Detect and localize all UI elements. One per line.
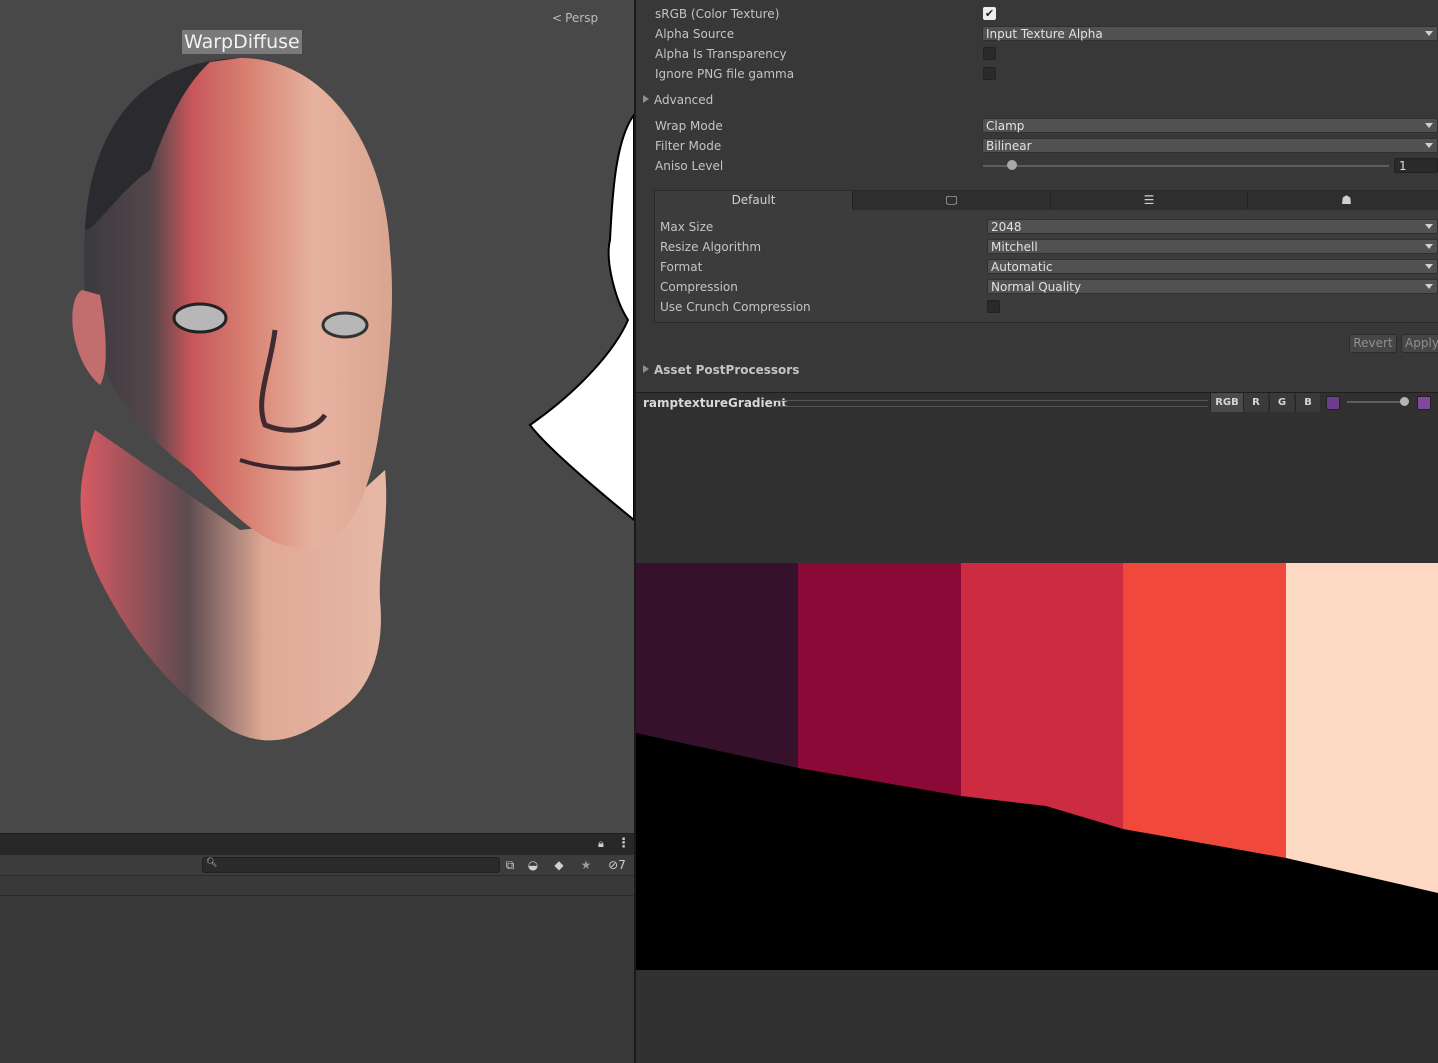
alpha-source-label: Alpha Source [655,27,735,41]
kebab-menu-icon[interactable]: ⋮ [617,836,630,851]
aniso-slider-track[interactable] [983,165,1389,167]
tab-default[interactable]: Default [655,191,853,210]
channel-b-button[interactable]: B [1295,393,1320,412]
format-label: Format [660,260,703,274]
breadcrumb-bar [0,876,634,896]
android-icon: ☗ [1341,193,1352,207]
aniso-level-input[interactable]: 1 [1394,158,1438,173]
filter-mode-value: Bilinear [986,139,1032,153]
alpha-source-value: Input Texture Alpha [986,27,1103,41]
favorites-icon[interactable]: ★ [575,857,597,873]
perspective-icon: < [552,11,563,25]
lock-icon[interactable]: 🔒︎ [598,837,604,851]
asset-postprocessors-label: Asset PostProcessors [654,363,800,377]
alpha-mode-icon[interactable] [1326,396,1340,410]
filter-mode-dropdown[interactable]: Bilinear [982,138,1438,153]
search-icon: 🔍︎ [206,858,218,868]
max-size-dropdown[interactable]: 2048 [987,219,1438,234]
preview-drag-handle[interactable] [774,400,1208,407]
scene-view[interactable]: < Persp WarpDiffuse [0,0,634,833]
foldout-arrow-icon [643,95,649,103]
filter-by-label-icon[interactable]: ◆ [548,857,570,873]
ignore-png-gamma-checkbox[interactable] [983,67,996,80]
aniso-level-label: Aniso Level [655,159,724,173]
format-value: Automatic [991,260,1053,274]
compression-value: Normal Quality [991,280,1082,294]
server-icon: ☰ [1143,193,1155,207]
max-size-label: Max Size [660,220,714,234]
format-dropdown[interactable]: Automatic [987,259,1438,274]
project-panel-header: 🔒︎ ⋮ [0,833,634,856]
max-size-value: 2048 [991,220,1022,234]
chevron-down-icon [1425,284,1433,289]
chevron-down-icon [1425,31,1433,36]
wrap-mode-label: Wrap Mode [655,119,723,133]
eye-slash-icon: ⊘ [608,858,619,872]
aniso-level-value: 1 [1399,159,1407,173]
search-by-type-icon[interactable]: ⧉ [499,857,521,873]
model-ear [72,290,106,385]
apply-button[interactable]: Apply [1401,334,1438,353]
tab-server[interactable]: ☰ [1051,191,1248,210]
project-content[interactable] [0,896,634,1063]
hidden-count: 7 [618,858,626,872]
srgb-checkbox[interactable]: ✔ [983,7,996,20]
aniso-slider-thumb[interactable] [1007,160,1017,170]
channel-rgb-button[interactable]: RGB [1210,393,1243,412]
tab-android[interactable]: ☗ [1248,191,1438,210]
channel-g-button[interactable]: G [1269,393,1294,412]
resize-algorithm-dropdown[interactable]: Mitchell [987,239,1438,254]
background-model [528,113,634,522]
revert-button[interactable]: Revert [1349,334,1397,353]
model-eye-left [172,302,228,334]
crunch-compression-label: Use Crunch Compression [660,300,811,314]
mip-slider-thumb[interactable] [1400,397,1409,406]
compression-label: Compression [660,280,738,294]
filter-mode-label: Filter Mode [655,139,722,153]
wrap-mode-dropdown[interactable]: Clamp [982,118,1438,133]
advanced-foldout[interactable]: Advanced [643,93,713,107]
channel-r-button[interactable]: R [1243,393,1268,412]
preview-title: ramptextureGradient [643,396,788,410]
scene-viewport[interactable] [0,0,634,833]
advanced-label: Advanced [654,93,714,107]
hidden-packages-toggle[interactable]: ⊘7 [602,857,632,873]
chevron-down-icon [1425,123,1433,128]
model-eye-right [321,311,369,339]
compression-dropdown[interactable]: Normal Quality [987,279,1438,294]
asset-postprocessors-foldout[interactable]: Asset PostProcessors [643,363,799,377]
chevron-down-icon [1425,264,1433,269]
alpha-transparency-label: Alpha Is Transparency [655,47,787,61]
mip-level-icon[interactable] [1417,396,1431,410]
tab-default-label: Default [731,193,776,207]
chevron-down-icon [1425,244,1433,249]
resize-algorithm-value: Mitchell [991,240,1038,254]
chevron-down-icon [1425,224,1433,229]
crunch-compression-checkbox[interactable] [987,300,1000,313]
alpha-source-dropdown[interactable]: Input Texture Alpha [982,26,1438,41]
filter-by-type-icon[interactable]: ◒ [522,857,544,873]
resize-algorithm-label: Resize Algorithm [660,240,762,254]
search-input[interactable]: 🔍︎ [202,857,500,873]
projection-toggle[interactable]: < Persp [552,11,598,25]
alpha-transparency-checkbox[interactable] [983,47,996,60]
chevron-down-icon [1425,143,1433,148]
ignore-png-gamma-label: Ignore PNG file gamma [655,67,795,81]
projection-label: Persp [565,11,599,25]
model-label: WarpDiffuse [182,30,302,54]
tab-standalone[interactable]: 🖵︎ [853,191,1051,210]
mip-slider-track[interactable] [1347,401,1407,403]
monitor-icon: 🖵︎ [945,193,958,207]
ramp-texture-preview [636,563,1438,970]
foldout-arrow-icon [643,365,649,373]
srgb-label: sRGB (Color Texture) [655,7,780,21]
wrap-mode-value: Clamp [986,119,1025,133]
